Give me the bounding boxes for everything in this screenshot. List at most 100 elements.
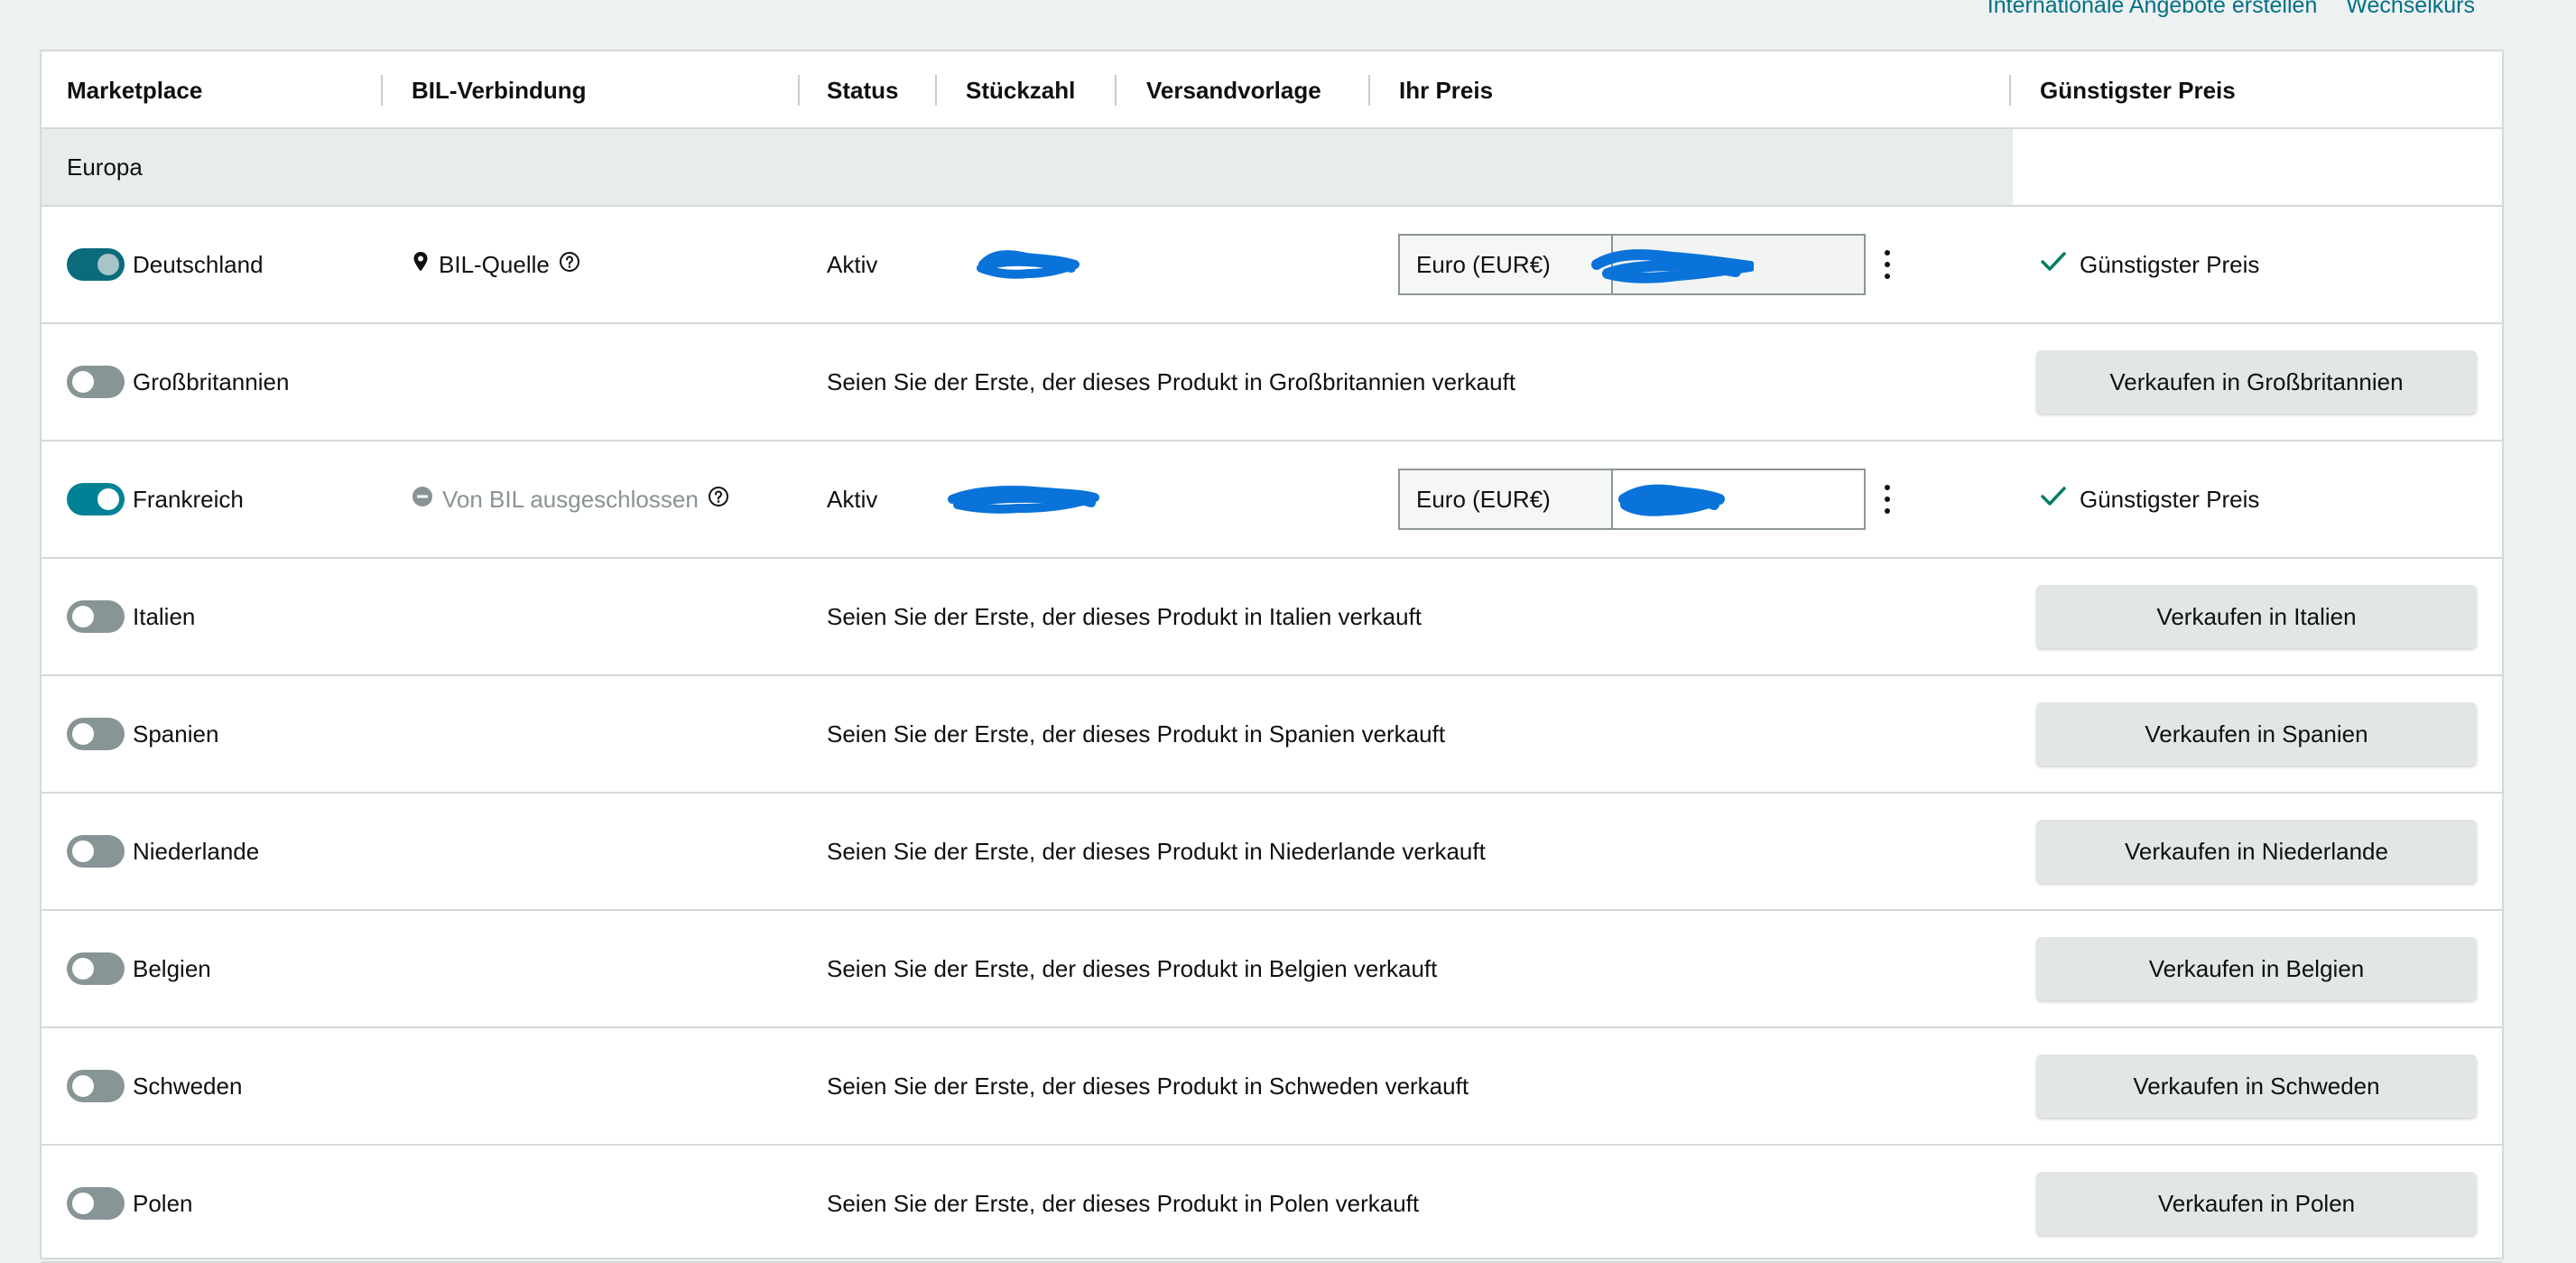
col-separator — [2009, 75, 2011, 106]
top-links: Internationale Angebote erstellen Wechse… — [1988, 0, 2475, 18]
region-header: Europa — [42, 129, 2013, 207]
sell-first-message: Seien Sie der Erste, der dieses Produkt … — [827, 1189, 1420, 1217]
bil-label: Von BIL ausgeschlossen — [442, 485, 699, 513]
country-name: Schweden — [133, 1072, 243, 1100]
table-row: Frankreich Von BIL ausgeschlossen Aktiv … — [42, 441, 2502, 559]
excluded-minus-icon — [412, 486, 433, 514]
price-field: Euro (EUR€) — [1398, 234, 1866, 295]
sell-in-marketplace-button[interactable]: Verkaufen in Italien — [2036, 585, 2477, 648]
sell-first-message: Seien Sie der Erste, der dieses Produkt … — [827, 1072, 1469, 1100]
sell-in-marketplace-button[interactable]: Verkaufen in Niederlande — [2036, 820, 2477, 883]
sell-in-marketplace-button[interactable]: Verkaufen in Spanien — [2036, 702, 2477, 766]
toggle-knob — [97, 488, 119, 510]
sell-first-message: Seien Sie der Erste, der dieses Produkt … — [827, 602, 1422, 630]
country-name: Niederlande — [133, 837, 260, 865]
toggle-knob — [72, 840, 94, 862]
table-row: Italien Seien Sie der Erste, der dieses … — [42, 559, 2502, 676]
sell-first-message: Seien Sie der Erste, der dieses Produkt … — [827, 367, 1516, 395]
kebab-dot — [1885, 250, 1890, 255]
bil-connection: BIL-Quelle — [412, 207, 580, 322]
marketplace-toggle[interactable] — [67, 600, 125, 633]
col-bil-connection: BIL-Verbindung — [412, 76, 587, 104]
redacted-price — [1591, 249, 1754, 283]
status-text: Aktiv — [827, 485, 878, 513]
sell-in-marketplace-button[interactable]: Verkaufen in Schweden — [2036, 1054, 2477, 1118]
toggle-knob — [72, 723, 94, 745]
toggle-knob — [72, 958, 94, 980]
help-icon[interactable] — [559, 251, 580, 279]
exchange-rate-link[interactable]: Wechselkurs — [2346, 0, 2475, 17]
col-lowest-price: Günstigster Preis — [2040, 76, 2236, 104]
sell-in-marketplace-button[interactable]: Verkaufen in Belgien — [2036, 937, 2477, 1000]
kebab-dot — [1885, 274, 1890, 279]
bil-label: BIL-Quelle — [439, 250, 550, 278]
lowest-price-label: Günstigster Preis — [2080, 250, 2260, 278]
more-options-icon[interactable] — [1882, 485, 1893, 514]
country-name: Italien — [133, 602, 196, 630]
table-row: Niederlande Seien Sie der Erste, der die… — [42, 794, 2502, 911]
toggle-knob — [97, 254, 119, 275]
col-marketplace: Marketplace — [67, 76, 203, 104]
kebab-dot — [1885, 485, 1890, 490]
marketplace-table: Marketplace BIL-Verbindung Status Stückz… — [40, 50, 2504, 1263]
price-input[interactable] — [1613, 470, 1864, 528]
sell-first-message: Seien Sie der Erste, der dieses Produkt … — [827, 954, 1438, 982]
toggle-knob — [72, 1193, 94, 1214]
col-separator — [935, 75, 937, 106]
table-row: Schweden Seien Sie der Erste, der dieses… — [42, 1028, 2502, 1146]
checkmark-icon — [2040, 250, 2067, 280]
redacted-quantity — [948, 486, 1099, 514]
marketplace-toggle[interactable] — [67, 1070, 125, 1102]
currency-label: Euro (EUR€) — [1400, 470, 1613, 528]
col-separator — [381, 75, 383, 106]
col-quantity: Stückzahl — [966, 76, 1076, 104]
col-your-price: Ihr Preis — [1399, 76, 1494, 104]
currency-label: Euro (EUR€) — [1400, 236, 1613, 293]
international-offers-link[interactable]: Internationale Angebote erstellen — [1988, 0, 2318, 17]
toggle-knob — [72, 1075, 94, 1097]
marketplace-toggle[interactable] — [67, 835, 125, 868]
country-name: Frankreich — [133, 485, 244, 513]
sell-in-marketplace-button[interactable]: Verkaufen in Polen — [2036, 1172, 2477, 1235]
redacted-price — [1618, 484, 1725, 516]
kebab-dot — [1885, 262, 1890, 267]
country-name: Spanien — [133, 720, 219, 748]
help-icon[interactable] — [708, 486, 729, 514]
country-name: Deutschland — [133, 250, 264, 278]
checkmark-icon — [2040, 485, 2067, 515]
table-row: Polen Seien Sie der Erste, der dieses Pr… — [42, 1146, 2502, 1263]
lowest-price-label: Günstigster Preis — [2080, 485, 2260, 513]
marketplace-toggle[interactable] — [67, 248, 125, 281]
marketplace-toggle[interactable] — [67, 483, 125, 515]
table-row: Großbritannien Seien Sie der Erste, der … — [42, 324, 2502, 441]
lowest-price-indicator: Günstigster Preis — [2040, 207, 2259, 322]
region-header-spacer — [2013, 129, 2502, 207]
marketplace-toggle[interactable] — [67, 952, 125, 985]
toggle-knob — [72, 606, 94, 627]
redacted-quantity — [977, 250, 1080, 279]
kebab-dot — [1885, 497, 1890, 502]
country-name: Belgien — [133, 954, 211, 982]
country-name: Polen — [133, 1189, 193, 1217]
location-pin-icon — [412, 251, 430, 279]
more-options-icon[interactable] — [1882, 250, 1893, 279]
marketplace-toggle[interactable] — [67, 366, 125, 398]
sell-first-message: Seien Sie der Erste, der dieses Produkt … — [827, 720, 1446, 748]
col-shipping-template: Versandvorlage — [1146, 76, 1321, 104]
table-row: Spanien Seien Sie der Erste, der dieses … — [42, 676, 2502, 794]
col-separator — [798, 75, 800, 106]
marketplace-toggle[interactable] — [67, 718, 125, 750]
sell-first-message: Seien Sie der Erste, der dieses Produkt … — [827, 837, 1486, 865]
price-field: Euro (EUR€) — [1398, 469, 1866, 530]
toggle-knob — [72, 371, 94, 393]
col-separator — [1115, 75, 1117, 106]
col-separator — [1368, 75, 1370, 106]
table-row: Belgien Seien Sie der Erste, der dieses … — [42, 911, 2502, 1028]
lowest-price-indicator: Günstigster Preis — [2040, 441, 2259, 557]
sell-in-marketplace-button[interactable]: Verkaufen in Großbritannien — [2036, 350, 2477, 413]
bil-connection: Von BIL ausgeschlossen — [412, 441, 729, 557]
country-name: Großbritannien — [133, 367, 290, 395]
marketplace-toggle[interactable] — [67, 1187, 125, 1220]
kebab-dot — [1885, 508, 1890, 514]
price-input[interactable] — [1591, 236, 1864, 293]
